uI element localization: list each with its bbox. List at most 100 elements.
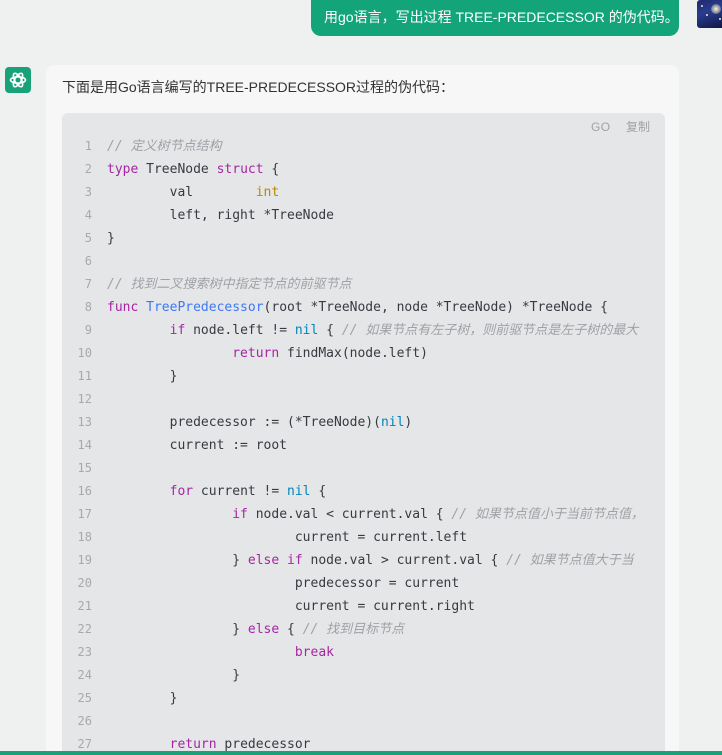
code-line: 10 return findMax(node.left) [62,342,665,365]
code-line: 21 current = current.right [62,595,665,618]
line-number: 3 [84,185,92,199]
code-line: 20 predecessor = current [62,572,665,595]
code-text: predecessor := (*TreeNode)(nil) [107,411,413,434]
code-token: current = current.left [107,530,468,545]
code-token: if [169,323,186,338]
code-line: 16 for current != nil { [62,480,665,503]
code-token: if [232,507,248,522]
code-line: 11 } [62,365,665,388]
line-number: 20 [77,576,92,590]
code-line: 19 } else if node.val > current.val { //… [62,549,665,572]
code-token: func [107,300,139,315]
code-token: } [107,622,248,637]
bottom-accent-bar [0,751,722,755]
code-line: 15 [62,457,665,480]
code-token: // 定义树节点结构 [107,139,222,154]
code-token: // 如果节点值小于当前节点值， [451,507,644,522]
code-text: } else if node.val > current.val { // 如果… [107,549,634,572]
code-token: TreeNode [138,162,217,177]
code-token: } [107,231,115,246]
code-line: 5} [62,227,665,250]
bot-avatar [5,67,31,93]
line-number: 10 [77,346,92,360]
code-line: 23 break [62,641,665,664]
line-number: 19 [77,553,92,567]
code-token: current != [193,484,288,499]
code-line: 2 type TreeNode struct { [62,158,665,181]
code-line: 7 // 找到二叉搜索树中指定节点的前驱节点 [62,273,665,296]
line-number: 22 [77,622,92,636]
user-message-text: 用go语言，写出过程 TREE-PREDECESSOR 的伪代码。 [324,9,679,25]
line-number: 5 [84,231,92,245]
code-text: type TreeNode struct { [107,158,279,181]
code-toolbar: GO 复制 [591,118,650,135]
code-line: 4 left, right *TreeNode [62,204,665,227]
code-token: nil [294,323,319,338]
code-token: nil [287,484,311,499]
code-text: } [107,365,178,388]
code-token: return [232,346,280,361]
code-text: } [107,687,178,710]
line-number: 8 [84,300,92,314]
code-line: 1 // 定义树节点结构 [62,135,665,158]
chatgpt-logo-icon [9,72,27,88]
code-line: 17 if node.val < current.val { // 如果节点值小… [62,503,665,526]
code-line: 6 [62,250,665,273]
line-number: 11 [77,369,92,383]
code-text: break [107,641,334,664]
line-number: 6 [84,254,92,268]
code-token: break [294,645,334,660]
code-token: } [107,553,248,568]
code-text: current = current.left [107,526,467,549]
code-token: { [279,622,303,637]
code-text: } else { // 找到目标节点 [107,618,404,641]
code-line: 18 current = current.left [62,526,665,549]
line-number: 15 [77,461,92,475]
code-token: { [318,323,342,338]
code-token: } [107,668,241,683]
code-line: 13 predecessor := (*TreeNode)(nil) [62,411,665,434]
code-token: findMax(node.left) [279,346,428,361]
line-number: 23 [77,645,92,659]
code-token: { [263,162,280,177]
code-text: left, right *TreeNode [107,204,334,227]
code-line: 3 val int [62,181,665,204]
bot-intro-text: 下面是用Go语言编写的TREE-PREDECESSOR过程的伪代码： [62,79,455,95]
code-text: } [107,227,115,250]
code-token: else [247,622,280,637]
code-text: predecessor = current [107,572,459,595]
code-token: // 如果节点有左子树，则前驱节点是左子树的最大 [341,323,639,338]
code-token: predecessor [216,737,311,752]
code-token: current = current.right [107,599,475,614]
user-avatar[interactable] [697,0,722,28]
code-token: val [107,185,256,200]
code-token: struct [216,162,264,177]
line-number: 16 [77,484,92,498]
line-number: 7 [84,277,92,291]
copy-code-button[interactable]: 复制 [626,120,650,134]
code-token: int [255,185,280,200]
code-line: 12 [62,388,665,411]
line-number: 12 [77,392,92,406]
line-number: 24 [77,668,92,682]
chat-page: 用go语言，写出过程 TREE-PREDECESSOR 的伪代码。 下面是用Go… [0,0,722,755]
code-language-label: GO [590,120,611,134]
code-token: // 如果节点值大于当 [506,553,634,568]
code-token: ) [404,415,413,430]
code-token: // 找到目标节点 [302,622,405,637]
code-line: 22 } else { // 找到目标节点 [62,618,665,641]
line-number: 21 [77,599,92,613]
code-token: if [287,553,303,568]
code-line: 26 [62,710,665,733]
code-lines: 1// 定义树节点结构 2 type TreeNode struct {3 val … [62,135,665,755]
code-text: // 找到二叉搜索树中指定节点的前驱节点 [107,273,351,296]
code-text: val int [107,181,280,204]
code-line: 24 } [62,664,665,687]
code-token: // 找到二叉搜索树中指定节点的前驱节点 [107,277,352,292]
line-number: 1 [84,139,92,153]
code-token: (root *TreeNode, node *TreeNode) *TreeNo… [263,300,608,315]
